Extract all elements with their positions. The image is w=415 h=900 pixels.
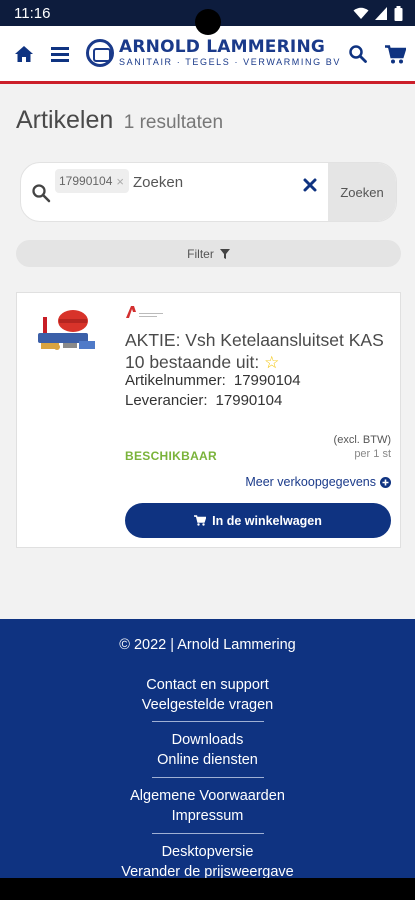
search-bar: 17990104 × Zoeken	[20, 162, 397, 222]
product-title-text: AKTIE: Vsh Ketelaansluitset KAS 10 besta…	[125, 330, 384, 372]
more-sales-info-link[interactable]: Meer verkoopgegevens	[245, 475, 391, 489]
add-to-cart-button[interactable]: In de winkelwagen	[125, 503, 391, 538]
more-sales-info-label: Meer verkoopgegevens	[245, 475, 376, 489]
battery-icon	[394, 5, 403, 21]
search-icon[interactable]	[347, 43, 369, 65]
logo-title: ARNOLD LAMMERING	[119, 37, 326, 57]
site-footer: © 2022 | Arnold Lammering Contact en sup…	[0, 619, 415, 880]
chip-remove-icon[interactable]: ×	[116, 174, 124, 189]
footer-link-downloads[interactable]: Downloads	[0, 732, 415, 748]
result-count: 1 resultaten	[123, 112, 224, 133]
system-nav-bar	[0, 878, 415, 900]
company-logo[interactable]: ARNOLD LAMMERING SANITAIR · TEGELS · VER…	[86, 37, 339, 69]
search-input[interactable]	[133, 171, 293, 193]
page-title: Artikelen 1 resultaten	[16, 106, 223, 135]
availability-status: BESCHIKBAAR	[125, 449, 217, 463]
footer-copyright: © 2022 | Arnold Lammering	[119, 637, 296, 653]
footer-divider	[152, 721, 264, 722]
product-image[interactable]	[33, 307, 103, 359]
search-button[interactable]: Zoeken	[328, 163, 396, 221]
footer-link-faq[interactable]: Veelgestelde vragen	[0, 697, 415, 713]
price-note: (excl. BTW)	[333, 434, 391, 446]
wifi-icon	[353, 7, 369, 19]
plus-circle-icon	[380, 476, 391, 488]
footer-link-desktop[interactable]: Desktopversie	[0, 844, 415, 860]
filter-button[interactable]: Filter	[16, 240, 401, 267]
supplier: Leverancier: 17990104	[125, 392, 282, 409]
footer-link-contact[interactable]: Contact en support	[0, 677, 415, 693]
logo-subtitle: SANITAIR · TEGELS · VERWARMING BV	[119, 57, 341, 67]
article-number-value: 17990104	[233, 372, 301, 389]
search-bar-icon	[32, 184, 51, 203]
supplier-value: 17990104	[215, 392, 283, 409]
menu-icon[interactable]	[49, 43, 71, 65]
footer-divider	[152, 833, 264, 834]
article-number: Artikelnummer: 17990104	[125, 372, 301, 389]
cart-icon	[194, 515, 207, 526]
logo-mark	[86, 39, 114, 67]
footer-link-online-services[interactable]: Online diensten	[0, 752, 415, 768]
supplier-label: Leverancier:	[125, 392, 208, 409]
status-icons	[353, 5, 403, 21]
search-chip[interactable]: 17990104 ×	[55, 169, 129, 193]
footer-link-terms[interactable]: Algemene Voorwaarden	[0, 788, 415, 804]
camera-cutout	[195, 9, 221, 35]
cart-icon[interactable]	[384, 43, 406, 65]
price-unit: per 1 st	[354, 448, 391, 460]
product-title[interactable]: AKTIE: Vsh Ketelaansluitset KAS 10 besta…	[125, 329, 397, 374]
filter-icon	[219, 248, 230, 259]
footer-link-impressum[interactable]: Impressum	[0, 808, 415, 824]
add-to-cart-label: In de winkelwagen	[212, 513, 322, 528]
signal-icon	[375, 6, 387, 20]
search-chip-label: 17990104	[59, 174, 113, 188]
product-card: AKTIE: Vsh Ketelaansluitset KAS 10 besta…	[16, 292, 401, 548]
favorite-star-icon[interactable]: ☆	[264, 353, 279, 372]
brand-logo	[126, 306, 163, 318]
page-title-text: Artikelen	[16, 106, 114, 134]
status-time: 11:16	[14, 4, 51, 22]
clear-search-icon[interactable]	[302, 177, 318, 193]
home-icon[interactable]	[13, 43, 35, 65]
article-number-label: Artikelnummer:	[125, 372, 226, 389]
filter-label: Filter	[187, 246, 214, 261]
footer-divider	[152, 777, 264, 778]
